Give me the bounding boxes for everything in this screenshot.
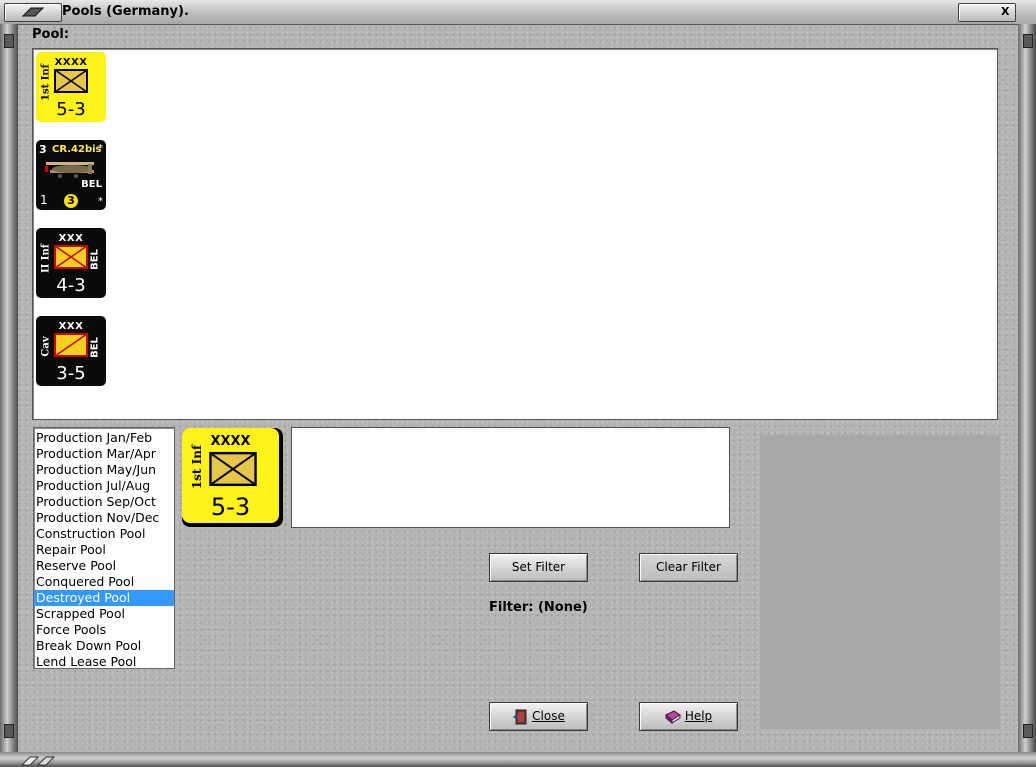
bottom-frame [0, 752, 1036, 767]
infantry-symbol-icon [54, 69, 88, 93]
unit-strength-label: 3-5 [56, 363, 86, 384]
filter-status: Filter: (None) [489, 600, 588, 615]
frame-handle [1023, 724, 1033, 738]
unit-counter-cav[interactable]: XXX Cav BEL 3-5 [36, 316, 106, 386]
help-book-icon [664, 709, 681, 724]
window-menu-icon [21, 7, 45, 17]
right-frame [1018, 24, 1036, 759]
list-item[interactable]: Conquered Pool [34, 574, 174, 590]
door-exit-icon [513, 709, 527, 724]
list-item[interactable]: Construction Pool [34, 526, 174, 542]
window-title: Pools (Germany). [62, 4, 189, 19]
left-frame [0, 24, 18, 759]
pool-label: Pool: [32, 27, 70, 42]
cavalry-symbol-icon [54, 333, 88, 357]
close-window-button[interactable]: X [958, 3, 1016, 22]
unit-counter-cr42bis[interactable]: 3 CR.42bis * BEL 1 3 * [36, 140, 106, 210]
list-item-selected[interactable]: Destroyed Pool [34, 590, 174, 606]
list-item[interactable]: Break Down Pool [34, 638, 174, 654]
frame-handle [4, 724, 14, 738]
pool-type-list[interactable]: Production Jan/Feb Production Mar/Apr Pr… [33, 427, 175, 669]
list-item[interactable]: Force Pools [34, 622, 174, 638]
list-item[interactable]: Production Sep/Oct [34, 494, 174, 510]
selected-unit-face: XXXX 1st Inf 5-3 [182, 428, 279, 523]
close-icon: X [1001, 5, 1010, 18]
system-menu-button[interactable] [4, 3, 62, 22]
list-item[interactable]: Scrapped Pool [34, 606, 174, 622]
title-bar: Pools (Germany). X [0, 0, 1036, 25]
nation-label: BEL [89, 249, 101, 270]
list-item[interactable]: Production Jan/Feb [34, 430, 174, 446]
resize-grip-icon [20, 756, 56, 766]
help-button[interactable]: Help [639, 702, 738, 731]
nation-label: BEL [89, 337, 101, 358]
set-filter-label: Set Filter [511, 560, 566, 574]
list-item[interactable]: Production Jul/Aug [34, 478, 174, 494]
clear-filter-button[interactable]: Clear Filter [639, 553, 738, 582]
unit-name-label: 1st Inf [40, 64, 52, 101]
preview-panel [760, 435, 1000, 729]
pool-display-area[interactable]: XXXX 1st Inf 5-3 3 CR.42bis * BEL 1 3 * … [32, 48, 998, 420]
selected-unit-name: 1st Inf [190, 444, 204, 490]
selected-unit-strength: 5-3 [210, 493, 251, 521]
list-item[interactable]: Production May/Jun [34, 462, 174, 478]
frame-handle [4, 34, 14, 48]
air-bottom-value: 1 [40, 193, 48, 207]
unit-counter-1st-inf[interactable]: XXXX 1st Inf 5-3 [36, 52, 106, 122]
selected-unit-counter: XXXX 1st Inf 5-3 [182, 428, 283, 527]
aircraft-name-label: CR.42bis [52, 144, 102, 155]
infantry-symbol-icon [54, 245, 88, 269]
list-item[interactable]: Production Nov/Dec [34, 510, 174, 526]
nation-label: BEL [81, 179, 102, 190]
list-item[interactable]: Lend Lease Pool [34, 654, 174, 670]
close-button[interactable]: Close [489, 702, 588, 731]
air-top-value: 3 [39, 143, 47, 156]
frame-handle [1023, 34, 1033, 48]
help-button-label: Help [684, 709, 713, 723]
air-circle-value: 3 [64, 194, 78, 208]
unit-strength-label: 5-3 [56, 99, 86, 120]
pools-window: Pools (Germany). X Pool: XXXX 1st Inf 5-… [0, 0, 1036, 767]
list-item[interactable]: Reserve Pool [34, 558, 174, 574]
unit-name-label: Cav [40, 336, 52, 357]
air-star-top: * [98, 143, 103, 154]
clear-filter-label: Clear Filter [656, 560, 721, 574]
infantry-symbol-icon [209, 451, 257, 487]
list-item[interactable]: Production Mar/Apr [34, 446, 174, 462]
unit-name-label: II Inf [40, 243, 52, 274]
air-star-bottom: * [98, 196, 103, 207]
unit-info-box [291, 427, 730, 528]
set-filter-button[interactable]: Set Filter [489, 553, 588, 582]
unit-counter-ii-inf[interactable]: XXX II Inf BEL 4-3 [36, 228, 106, 298]
close-button-label: Close [532, 709, 565, 723]
list-item[interactable]: Repair Pool [34, 542, 174, 558]
unit-strength-label: 4-3 [56, 275, 86, 296]
